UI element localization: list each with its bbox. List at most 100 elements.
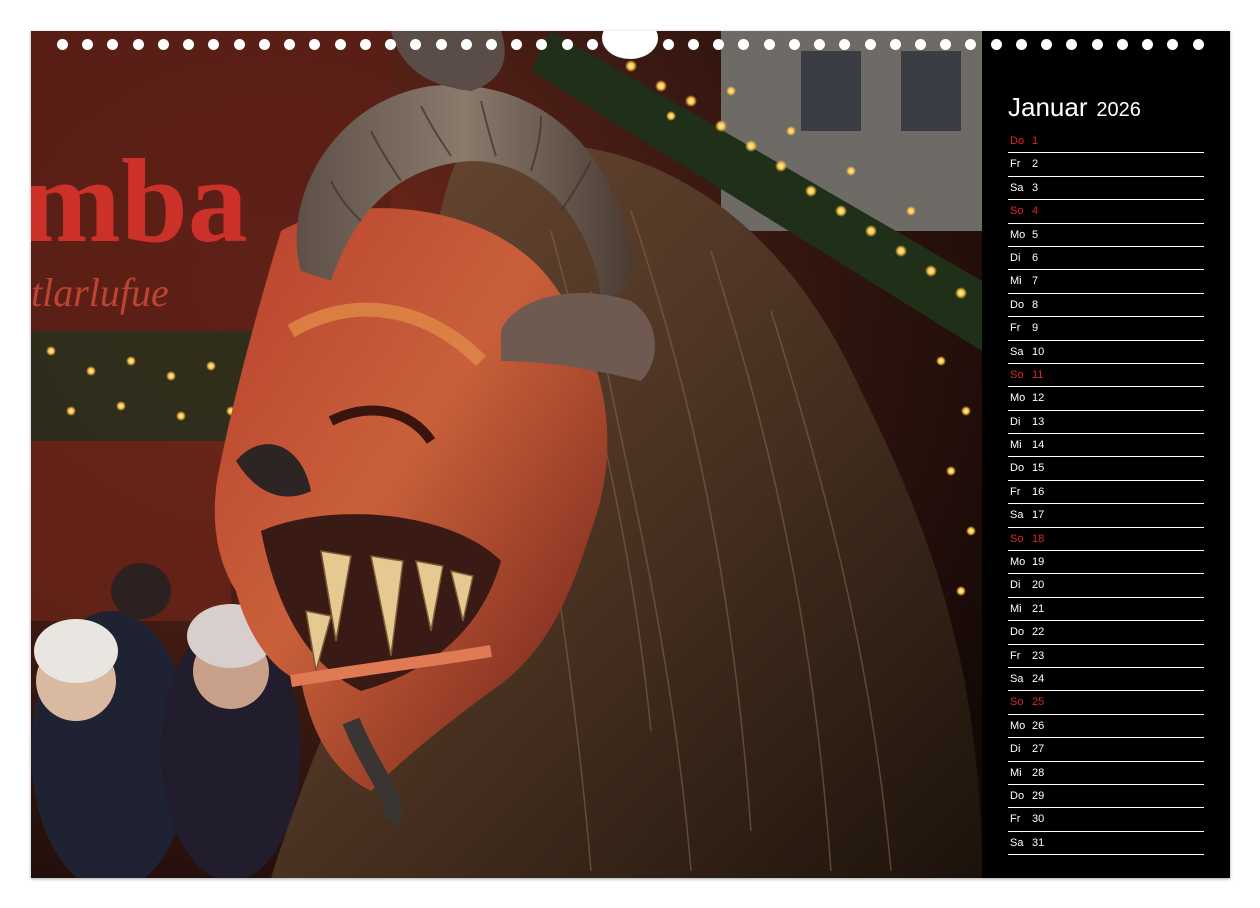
stall-sign-text: mba bbox=[31, 134, 248, 267]
binding-hole bbox=[1167, 38, 1179, 50]
day-number: 21 bbox=[1032, 602, 1045, 615]
binding-hole bbox=[536, 38, 548, 50]
day-number: 28 bbox=[1032, 766, 1045, 779]
day-row: Sa 24 bbox=[1008, 668, 1204, 692]
calendar-panel: Januar 2026 Do 1 Fr 2 Sa 3 So 4 Mo 5 Di 6 Mi 7 Do 8 Fr 9 S… bbox=[982, 31, 1230, 878]
binding-hole bbox=[1041, 38, 1053, 50]
binding-hole bbox=[662, 38, 674, 50]
day-row: Mi 14 bbox=[1008, 434, 1204, 458]
binding-hole bbox=[385, 38, 397, 50]
binding-hole bbox=[460, 38, 472, 50]
weekday-label: Mi bbox=[1010, 602, 1022, 615]
day-number: 31 bbox=[1032, 836, 1045, 849]
day-row: Do 15 bbox=[1008, 457, 1204, 481]
day-row: Do 29 bbox=[1008, 785, 1204, 809]
day-number: 9 bbox=[1032, 322, 1039, 335]
binding-hole bbox=[814, 38, 826, 50]
binding-hole bbox=[132, 38, 144, 50]
day-number: 22 bbox=[1032, 626, 1045, 639]
weekday-label: Fr bbox=[1010, 485, 1021, 498]
day-row: Di 27 bbox=[1008, 738, 1204, 762]
binding-hole bbox=[965, 38, 977, 50]
day-number: 23 bbox=[1032, 649, 1045, 662]
day-row: Sa 3 bbox=[1008, 177, 1204, 201]
binding-hole bbox=[82, 38, 94, 50]
weekday-label: Do bbox=[1010, 462, 1025, 475]
binding-hole bbox=[157, 38, 169, 50]
binding-hole bbox=[788, 38, 800, 50]
binding-hole bbox=[183, 38, 195, 50]
day-number: 27 bbox=[1032, 743, 1045, 756]
binding-hole bbox=[511, 38, 523, 50]
day-row: So 4 bbox=[1008, 200, 1204, 224]
binding-hole bbox=[334, 38, 346, 50]
binding-hole bbox=[1066, 38, 1078, 50]
day-row: Mi 28 bbox=[1008, 762, 1204, 785]
weekday-label: Fr bbox=[1010, 813, 1021, 826]
day-row: Do 22 bbox=[1008, 621, 1204, 645]
binding-hole bbox=[208, 38, 220, 50]
wall-calendar-sheet: mba tlarlufue Januar 2026 Do 1 Fr 2 Sa 3… bbox=[31, 31, 1230, 878]
weekday-label: Sa bbox=[1010, 836, 1024, 849]
binding-hole bbox=[435, 38, 447, 50]
month-year: 2026 bbox=[1096, 99, 1141, 121]
day-number: 17 bbox=[1032, 509, 1045, 522]
binding-hole bbox=[864, 38, 876, 50]
day-row: Sa 17 bbox=[1008, 504, 1204, 528]
weekday-label: Do bbox=[1010, 626, 1025, 639]
day-number: 1 bbox=[1032, 135, 1039, 147]
binding-hole bbox=[561, 38, 573, 50]
day-number: 5 bbox=[1032, 228, 1039, 241]
day-row: Fr 23 bbox=[1008, 645, 1204, 668]
day-number: 16 bbox=[1032, 485, 1045, 498]
day-number: 19 bbox=[1032, 556, 1045, 569]
weekday-label: Sa bbox=[1010, 181, 1024, 194]
day-row: Di 20 bbox=[1008, 574, 1204, 598]
day-row: Fr 9 bbox=[1008, 317, 1204, 341]
binding-hole bbox=[233, 38, 245, 50]
day-row: Mo 5 bbox=[1008, 224, 1204, 247]
weekday-label: Di bbox=[1010, 579, 1021, 592]
day-row: So 18 bbox=[1008, 528, 1204, 552]
binding-hole bbox=[990, 38, 1002, 50]
day-row: Mo 19 bbox=[1008, 551, 1204, 575]
day-number: 14 bbox=[1032, 439, 1045, 452]
day-list: Do 1 Fr 2 Sa 3 So 4 Mo 5 Di 6 Mi 7 Do 8 Fr 9 Sa 10 So 11 Mo 12 D… bbox=[1008, 130, 1204, 856]
weekday-label: Mi bbox=[1010, 766, 1022, 779]
weekday-label: Mo bbox=[1010, 556, 1026, 569]
binding-hole bbox=[1116, 38, 1128, 50]
weekday-label: Do bbox=[1010, 298, 1025, 311]
day-row: So 11 bbox=[1008, 364, 1204, 388]
day-row: Mo 12 bbox=[1008, 387, 1204, 411]
weekday-label: Fr bbox=[1010, 322, 1021, 335]
binding-hole bbox=[258, 38, 270, 50]
knit-hat bbox=[34, 619, 118, 683]
binding-hole bbox=[1192, 38, 1204, 50]
day-row: Do 1 bbox=[1008, 130, 1204, 154]
binding-hole bbox=[1015, 38, 1027, 50]
weekday-label: Mo bbox=[1010, 392, 1026, 405]
day-number: 29 bbox=[1032, 789, 1045, 802]
weekday-label: So bbox=[1010, 205, 1024, 218]
weekday-label: Sa bbox=[1010, 672, 1024, 685]
day-number: 30 bbox=[1032, 813, 1045, 826]
weekday-label: Do bbox=[1010, 789, 1025, 802]
day-number: 4 bbox=[1032, 205, 1039, 218]
binding-hole bbox=[914, 38, 926, 50]
weekday-label: Mi bbox=[1010, 275, 1022, 288]
day-number: 26 bbox=[1032, 719, 1045, 732]
weekday-label: Mi bbox=[1010, 439, 1022, 452]
weekday-label: Sa bbox=[1010, 509, 1024, 522]
day-number: 6 bbox=[1032, 251, 1039, 264]
day-row: Mi 21 bbox=[1008, 598, 1204, 622]
day-row: Do 8 bbox=[1008, 294, 1204, 318]
binding-hole bbox=[713, 38, 725, 50]
day-row: Fr 2 bbox=[1008, 153, 1204, 177]
binding-hole bbox=[284, 38, 296, 50]
binding-hole bbox=[687, 38, 699, 50]
day-number: 13 bbox=[1032, 415, 1045, 428]
binding-hole bbox=[359, 38, 371, 50]
day-row: Fr 30 bbox=[1008, 808, 1204, 832]
day-number: 8 bbox=[1032, 298, 1039, 311]
krampus-mask-photo: mba tlarlufue bbox=[31, 31, 982, 878]
